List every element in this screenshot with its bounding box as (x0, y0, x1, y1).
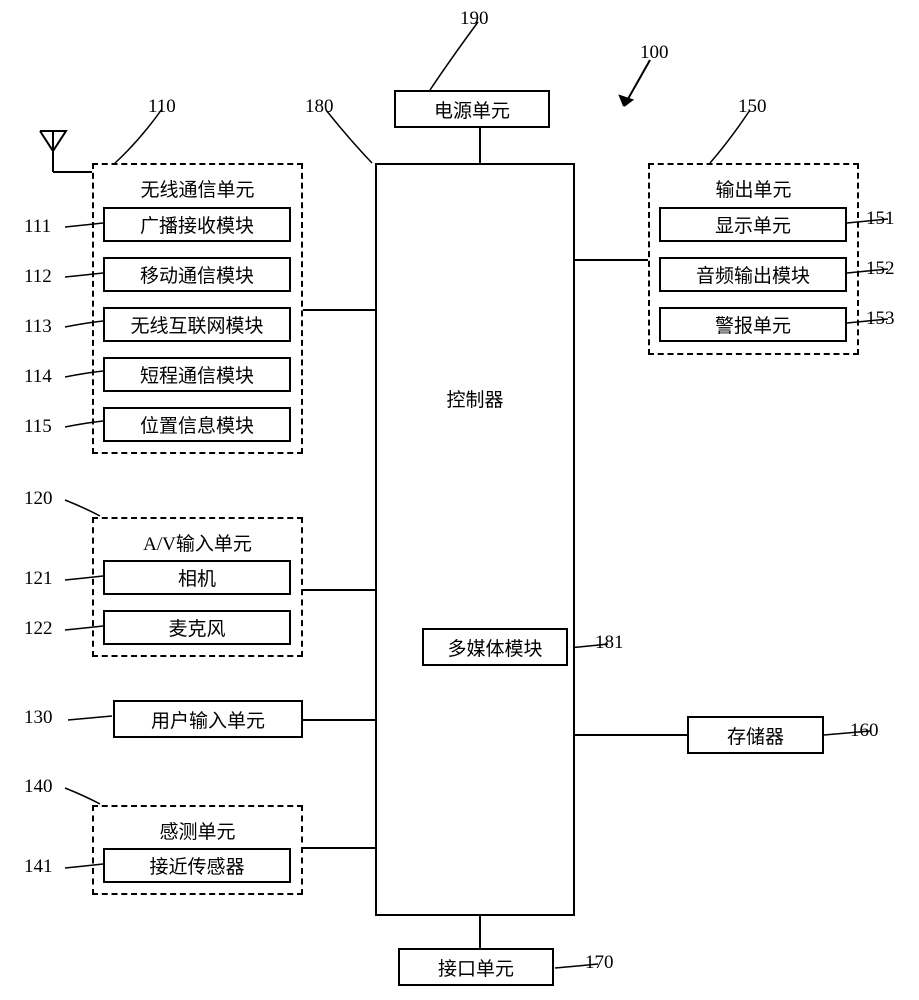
ref-152: 152 (866, 258, 895, 280)
wireless-internet-block: 无线互联网模块 (103, 307, 291, 342)
ref-112: 112 (24, 266, 52, 288)
wireless-unit-title: 无线通信单元 (94, 175, 301, 202)
power-unit-block: 电源单元 (394, 90, 550, 128)
interface-unit-block: 接口单元 (398, 948, 554, 986)
camera-label: 相机 (178, 564, 216, 591)
audio-output-block: 音频输出模块 (659, 257, 847, 292)
output-unit-title: 输出单元 (650, 175, 857, 202)
ref-141: 141 (24, 856, 53, 878)
ref-180: 180 (305, 96, 334, 118)
ref-120: 120 (24, 488, 53, 510)
location-info-block: 位置信息模块 (103, 407, 291, 442)
mobile-comm-label: 移动通信模块 (140, 261, 254, 288)
ref-111: 111 (24, 216, 51, 238)
wireless-internet-label: 无线互联网模块 (130, 311, 263, 338)
user-input-label: 用户输入单元 (151, 706, 265, 733)
microphone-label: 麦克风 (168, 614, 225, 641)
ref-115: 115 (24, 416, 52, 438)
ref-153: 153 (866, 308, 895, 330)
user-input-block: 用户输入单元 (113, 700, 303, 738)
ref-170: 170 (585, 952, 614, 974)
alarm-unit-block: 警报单元 (659, 307, 847, 342)
controller-block: 控制器 (375, 163, 575, 916)
ref-110: 110 (148, 96, 176, 118)
power-unit-label: 电源单元 (434, 96, 510, 123)
memory-label: 存储器 (727, 722, 784, 749)
av-input-title: A/V输入单元 (94, 529, 301, 556)
ref-121: 121 (24, 568, 53, 590)
ref-113: 113 (24, 316, 52, 338)
broadcast-rx-label: 广播接收模块 (140, 211, 254, 238)
camera-block: 相机 (103, 560, 291, 595)
ref-160: 160 (850, 720, 879, 742)
ref-150: 150 (738, 96, 767, 118)
ref-190: 190 (460, 8, 489, 30)
controller-label: 控制器 (377, 385, 573, 412)
ref-130: 130 (24, 707, 53, 729)
ref-122: 122 (24, 618, 53, 640)
microphone-block: 麦克风 (103, 610, 291, 645)
block-diagram: 190 100 110 180 150 111 112 113 114 115 … (0, 0, 919, 1000)
proximity-sensor-label: 接近传感器 (149, 852, 244, 879)
location-info-label: 位置信息模块 (140, 411, 254, 438)
memory-block: 存储器 (687, 716, 824, 754)
broadcast-rx-block: 广播接收模块 (103, 207, 291, 242)
proximity-sensor-block: 接近传感器 (103, 848, 291, 883)
short-range-block: 短程通信模块 (103, 357, 291, 392)
alarm-unit-label: 警报单元 (715, 311, 791, 338)
ref-140: 140 (24, 776, 53, 798)
multimedia-module-block: 多媒体模块 (422, 628, 568, 666)
multimedia-module-label: 多媒体模块 (447, 634, 542, 661)
ref-151: 151 (866, 208, 895, 230)
ref-114: 114 (24, 366, 52, 388)
display-unit-label: 显示单元 (715, 211, 791, 238)
short-range-label: 短程通信模块 (140, 361, 254, 388)
sensing-unit-title: 感测单元 (94, 817, 301, 844)
interface-unit-label: 接口单元 (438, 954, 514, 981)
ref-100: 100 (640, 42, 669, 64)
display-unit-block: 显示单元 (659, 207, 847, 242)
ref-181: 181 (595, 632, 624, 654)
mobile-comm-block: 移动通信模块 (103, 257, 291, 292)
audio-output-label: 音频输出模块 (696, 261, 810, 288)
